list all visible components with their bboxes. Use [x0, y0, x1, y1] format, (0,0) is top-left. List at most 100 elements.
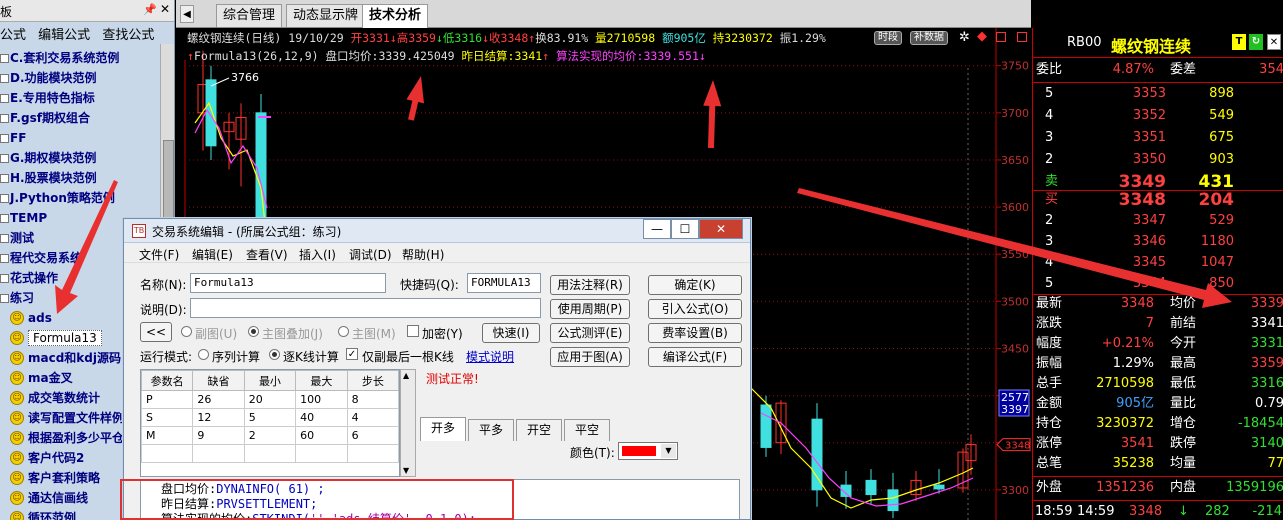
tree-folder[interactable]: H.股票模块范例: [0, 168, 160, 188]
table-cell[interactable]: P: [141, 390, 194, 409]
encrypt-checkbox[interactable]: [407, 325, 419, 337]
formula-eval-button[interactable]: 公式测评(E): [550, 323, 630, 343]
table-header-cell: 参数名: [141, 370, 194, 391]
radio-seq-calc[interactable]: [198, 349, 209, 360]
desc-input[interactable]: [190, 298, 541, 318]
refresh-badge-icon[interactable]: ↻: [1249, 34, 1263, 50]
tab-technical-analysis[interactable]: 技术分析: [362, 4, 429, 28]
tree-item-label: 读写配置文件样例: [28, 411, 125, 425]
tab-dynamic-board[interactable]: 动态显示牌: [286, 4, 366, 27]
table-cell[interactable]: [295, 444, 348, 463]
subtab-close-short[interactable]: 平空: [564, 419, 610, 441]
table-cell[interactable]: [346, 444, 399, 463]
radio-subchart[interactable]: [181, 326, 192, 337]
table-cell[interactable]: 26: [192, 390, 245, 409]
import-formula-button[interactable]: 引入公式(O): [648, 299, 742, 319]
gear-icon[interactable]: ✲: [959, 30, 970, 45]
radio-bar-calc[interactable]: [269, 349, 280, 360]
table-cell[interactable]: 2: [243, 426, 297, 445]
t-badge-icon[interactable]: T: [1232, 34, 1246, 50]
instrument-name: 螺纹钢连续(日线): [187, 31, 282, 45]
subtab-open-long[interactable]: 开多: [420, 417, 466, 441]
table-row[interactable]: S 12 5 40 4: [141, 408, 399, 427]
square-icon[interactable]: [1017, 32, 1027, 42]
table-cell[interactable]: 60: [295, 426, 348, 445]
close-icon[interactable]: ✕: [160, 2, 170, 16]
mode-help-link[interactable]: 模式说明: [466, 348, 514, 365]
diamond-icon[interactable]: ◆: [977, 29, 987, 44]
chevron-down-icon[interactable]: ▼: [661, 444, 676, 458]
last-bar-checkbox[interactable]: ✓: [346, 348, 358, 360]
menu-view[interactable]: 查看(V): [246, 246, 288, 263]
name-input[interactable]: Formula13: [190, 273, 386, 293]
table-cell[interactable]: 40: [295, 408, 348, 427]
fee-settings-button[interactable]: 费率设置(B): [648, 323, 742, 343]
tree-folder[interactable]: FF: [0, 128, 160, 148]
stat-value: 905亿: [1116, 396, 1154, 411]
usage-note-button[interactable]: 用法注释(R): [550, 275, 630, 295]
apply-to-chart-button[interactable]: 应用于图(A): [550, 347, 630, 367]
radio-main-overlay[interactable]: [248, 326, 259, 337]
ok-button[interactable]: 确定(K): [648, 275, 742, 295]
menu-find-formula[interactable]: 查找公式: [102, 28, 154, 43]
table-cell[interactable]: 4: [346, 408, 399, 427]
params-scrollbar[interactable]: ▲ ▼: [400, 369, 416, 477]
menu-help[interactable]: 帮助(H): [402, 246, 444, 263]
table-cell[interactable]: 12: [192, 408, 245, 427]
table-cell[interactable]: M: [141, 426, 194, 445]
menu-debug[interactable]: 调试(D): [349, 246, 392, 263]
bid-price: 3345: [1132, 255, 1166, 270]
scroll-thumb[interactable]: [163, 140, 174, 230]
tab-overview[interactable]: 综合管理: [216, 4, 283, 27]
tree-folder[interactable]: D.功能模块范例: [0, 68, 160, 88]
table-cell[interactable]: S: [141, 408, 194, 427]
app-icon: TB: [132, 224, 146, 238]
radio-main[interactable]: [338, 326, 349, 337]
tree-folder[interactable]: F.gsf期权组合: [0, 108, 160, 128]
params-table[interactable]: 参数名 缺省 最小 最大 步长 P 26 20 100 8 S 12 5 40 4 M 9 2 60 6: [140, 369, 400, 477]
menu-edit-formula[interactable]: 编辑公式: [38, 28, 90, 43]
color-select[interactable]: ▼: [618, 442, 678, 460]
table-cell[interactable]: 6: [346, 426, 399, 445]
subtab-open-short[interactable]: 开空: [516, 419, 562, 441]
minimize-icon[interactable]: —: [643, 219, 671, 239]
table-cell[interactable]: 100: [295, 390, 348, 409]
quick-button[interactable]: 快速(I): [482, 323, 540, 343]
dialog-titlebar[interactable]: TB 交易系统编辑 - (所属公式组：练习) — ☐ ✕: [124, 219, 750, 243]
table-cell[interactable]: 20: [243, 390, 297, 409]
tree-folder[interactable]: C.套利交易系统范例: [0, 48, 160, 68]
tree-folder[interactable]: J.Python策略范例: [0, 188, 160, 208]
stat-label: 今开: [1170, 336, 1197, 351]
menu-edit[interactable]: 编辑(E): [192, 246, 233, 263]
tree-folder[interactable]: E.专用特色指标: [0, 88, 160, 108]
tab-scroll-left-icon[interactable]: ◀: [180, 5, 194, 23]
subtab-close-long[interactable]: 平多: [468, 419, 514, 441]
session-button[interactable]: 时段: [874, 31, 902, 45]
compile-formula-button[interactable]: 编译公式(F): [648, 347, 742, 367]
menu-insert[interactable]: 插入(I): [299, 246, 336, 263]
maximize-icon[interactable]: ☐: [671, 219, 699, 239]
tree-folder[interactable]: G.期权模块范例: [0, 148, 160, 168]
backfill-button[interactable]: 补数据: [910, 31, 948, 45]
close-icon[interactable]: ✕: [699, 219, 743, 239]
menu-formula[interactable]: 公式: [0, 28, 26, 43]
close-badge-icon[interactable]: ✕: [1267, 34, 1281, 50]
bid-level: 3: [1045, 234, 1054, 249]
table-cell[interactable]: [243, 444, 297, 463]
table-cell[interactable]: 8: [346, 390, 399, 409]
table-cell[interactable]: [141, 444, 194, 463]
pin-icon[interactable]: 📌: [143, 3, 157, 16]
table-cell[interactable]: 5: [243, 408, 297, 427]
hotkey-input[interactable]: FORMULA13: [467, 273, 541, 293]
use-period-button[interactable]: 使用周期(P): [550, 299, 630, 319]
weibi-row: 委比 4.87% 委差 354: [1033, 60, 1283, 80]
tree-item-label: 根据盈利多少平仓: [28, 431, 125, 445]
table-row[interactable]: M 9 2 60 6: [141, 426, 399, 445]
collapse-button[interactable]: <<: [140, 322, 172, 342]
table-cell[interactable]: 9: [192, 426, 245, 445]
square-icon[interactable]: [996, 32, 1006, 42]
color-label: 颜色(T):: [570, 446, 615, 460]
table-cell[interactable]: [192, 444, 245, 463]
table-row[interactable]: P 26 20 100 8: [141, 390, 399, 409]
menu-file[interactable]: 文件(F): [139, 246, 179, 263]
